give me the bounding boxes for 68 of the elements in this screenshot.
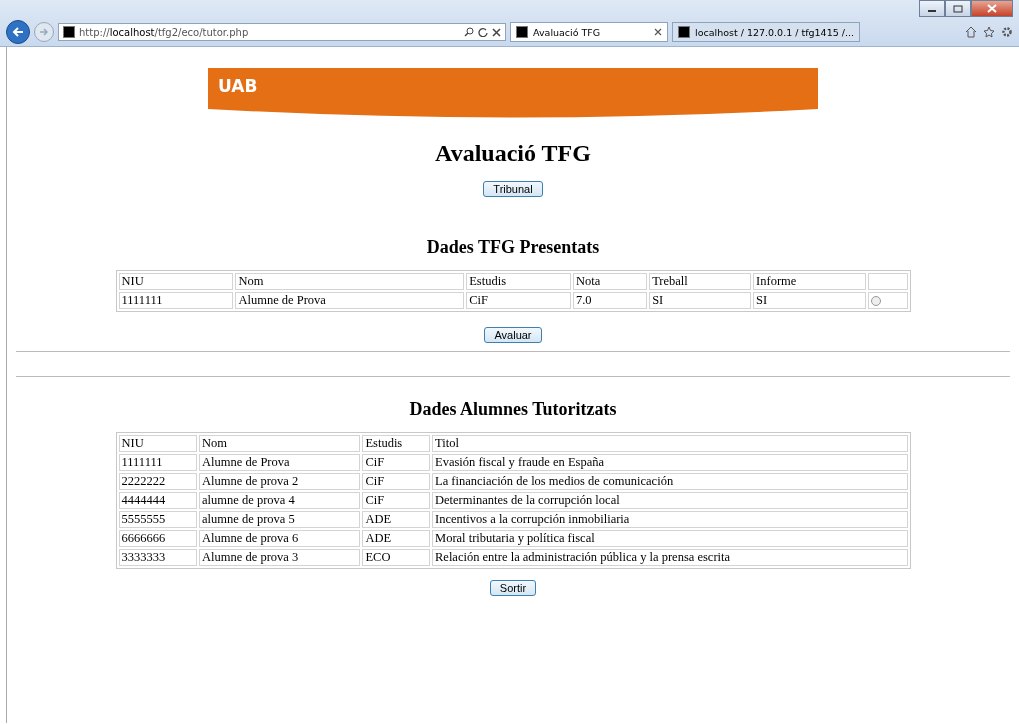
table-cell: ECO: [362, 549, 430, 566]
table-cell: CiF: [362, 473, 430, 490]
section-heading: Dades Alumnes Tutoritzats: [409, 399, 617, 420]
table-cell: 3333333: [118, 549, 198, 566]
table-cell: Incentivos a la corrupción inmobiliaria: [432, 511, 908, 528]
maximize-icon[interactable]: [945, 0, 971, 17]
table-cell: SI: [753, 292, 867, 309]
table-cell: alumne de prova 5: [199, 511, 361, 528]
stop-icon[interactable]: [492, 27, 501, 37]
table-cell: SI: [649, 292, 752, 309]
favicon-icon: [678, 26, 690, 38]
table-cell: Alumne de Prova: [235, 292, 465, 309]
column-header: Informe: [753, 273, 867, 290]
table-cell: [868, 273, 908, 290]
left-arrow-icon: [12, 27, 24, 37]
back-button[interactable]: [6, 20, 30, 44]
close-tab-icon[interactable]: [654, 28, 662, 36]
minimize-icon[interactable]: [919, 0, 945, 17]
university-logo: UAB: [218, 76, 258, 96]
favicon-icon: [63, 26, 75, 38]
table-cell: CiF: [362, 454, 430, 471]
table-cell: ADE: [362, 511, 430, 528]
table-cell: Alumne de prova 6: [199, 530, 361, 547]
exit-button[interactable]: Sortir: [489, 580, 537, 596]
favicon-icon: [516, 26, 528, 38]
tribunal-button[interactable]: Tribunal: [483, 181, 543, 197]
table-cell: CiF: [466, 292, 571, 309]
browser-tab[interactable]: Avaluació TFG: [510, 22, 668, 42]
table-cell: 2222222: [118, 473, 198, 490]
evaluate-button[interactable]: Avaluar: [484, 327, 542, 343]
column-header: Estudis: [466, 273, 571, 290]
table-cell: CiF: [362, 492, 430, 509]
column-header: Estudis: [362, 435, 430, 452]
table-cell: 6666666: [118, 530, 198, 547]
column-header: Titol: [432, 435, 908, 452]
radio-button[interactable]: [871, 296, 882, 307]
table-cell: alumne de prova 4: [199, 492, 361, 509]
column-header: Nom: [199, 435, 361, 452]
table-cell: La financiación de los medios de comunicación: [432, 473, 908, 490]
home-icon[interactable]: [965, 26, 977, 38]
column-header: Nota: [572, 273, 648, 290]
column-header: Treball: [649, 273, 752, 290]
settings-icon[interactable]: [1001, 26, 1013, 38]
page-title: Avaluació TFG: [435, 140, 591, 167]
star-icon[interactable]: [983, 26, 995, 38]
table-cell: Alumne de Prova: [199, 454, 361, 471]
column-header: NIU: [118, 435, 198, 452]
right-arrow-icon: [39, 28, 49, 36]
table-cell: 5555555: [118, 511, 198, 528]
table-cell: 7.0: [572, 292, 648, 309]
section-heading: Dades TFG Presentats: [426, 237, 600, 258]
column-header: NIU: [118, 273, 234, 290]
refresh-icon[interactable]: [478, 27, 488, 37]
table-cell: Evasión fiscal y fraude en España: [432, 454, 908, 471]
search-icon[interactable]: [464, 27, 474, 37]
browser-tab[interactable]: localhost / 127.0.0.1 / tfg1415 /...: [672, 22, 860, 42]
table-cell: 4444444: [118, 492, 198, 509]
table-cell: ADE: [362, 530, 430, 547]
table-cell: Determinantes de la corrupción local: [432, 492, 908, 509]
column-header: Nom: [235, 273, 465, 290]
close-icon[interactable]: [971, 0, 1013, 17]
table-cell: 1111111: [118, 292, 234, 309]
table-cell: 1111111: [118, 454, 198, 471]
table-cell: Alumne de prova 3: [199, 549, 361, 566]
table-cell: Moral tributaria y política fiscal: [432, 530, 908, 547]
table-cell: Relación entre la administración pública y la prensa escrita: [432, 549, 908, 566]
address-field[interactable]: http://localhost/tfg2/eco/tutor.php: [58, 23, 506, 41]
table-cell: Alumne de prova 2: [199, 473, 361, 490]
